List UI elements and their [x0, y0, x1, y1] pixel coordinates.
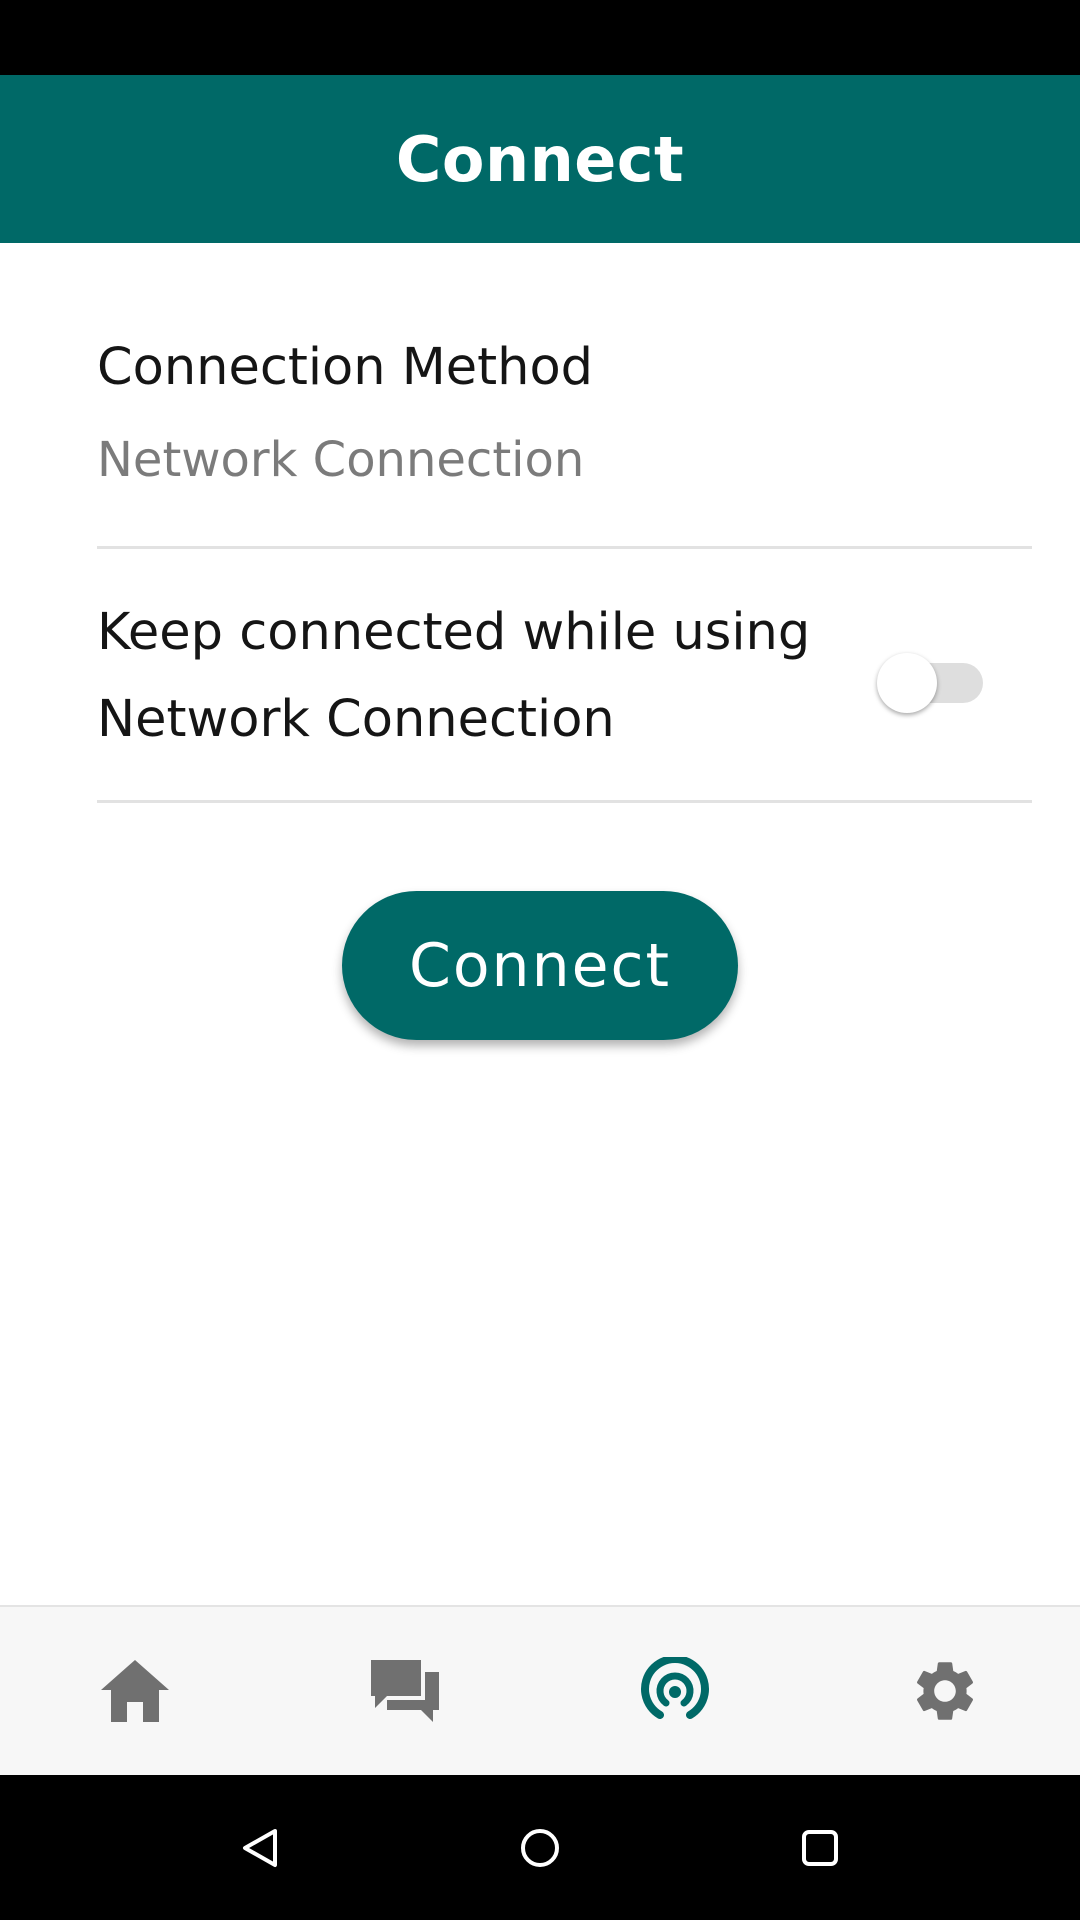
toggle-thumb	[877, 653, 937, 713]
nav-settings[interactable]	[810, 1607, 1080, 1775]
nav-home[interactable]	[0, 1607, 270, 1775]
screen: Connect Connection Method Network Connec…	[0, 0, 1080, 1920]
recents-icon	[802, 1829, 838, 1866]
system-recents-button[interactable]	[740, 1775, 900, 1920]
bottom-navigation	[0, 1605, 1080, 1775]
nav-connect[interactable]	[540, 1607, 810, 1775]
keep-connected-row[interactable]: Keep connected while using Network Conne…	[97, 549, 1032, 803]
keep-connected-label: Keep connected while using Network Conne…	[97, 603, 811, 749]
home-icon	[101, 1660, 169, 1722]
chat-icon	[371, 1660, 439, 1722]
system-back-button[interactable]	[180, 1775, 340, 1920]
connect-signal-icon	[641, 1657, 709, 1719]
connection-method-row[interactable]: Connection Method Network Connection	[97, 243, 1032, 549]
system-navigation-bar	[0, 1775, 1080, 1920]
back-icon	[243, 1828, 277, 1867]
gear-icon	[916, 1662, 974, 1720]
nav-messages[interactable]	[270, 1607, 540, 1775]
connection-method-value: Network Connection	[97, 432, 585, 488]
page-title: Connect	[395, 122, 685, 196]
status-bar	[0, 0, 1080, 75]
system-home-button[interactable]	[460, 1775, 620, 1920]
app-bar: Connect	[0, 75, 1080, 243]
connect-button[interactable]: Connect	[342, 891, 738, 1040]
home-circle-icon	[521, 1828, 559, 1867]
connection-method-label: Connection Method	[97, 338, 594, 397]
keep-connected-toggle[interactable]	[877, 649, 987, 713]
